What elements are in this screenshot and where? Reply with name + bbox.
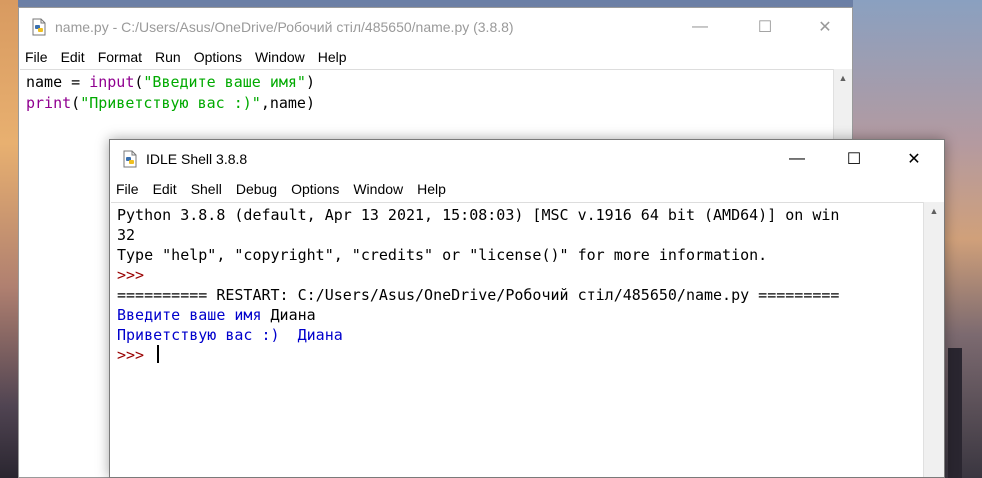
shell-titlebar[interactable]: IDLE Shell 3.8.8 — ☐ ✕ xyxy=(110,140,944,178)
menu-file[interactable]: File xyxy=(116,181,139,197)
editor-titlebar[interactable]: name.py - C:/Users/Asus/OneDrive/Робочий… xyxy=(19,8,852,46)
maximize-button[interactable]: ☐ xyxy=(742,8,788,46)
menu-file[interactable]: File xyxy=(25,49,48,65)
menu-help[interactable]: Help xyxy=(318,49,347,65)
user-input-value: Диана xyxy=(270,306,316,324)
menu-run[interactable]: Run xyxy=(155,49,181,65)
menu-window[interactable]: Window xyxy=(353,181,403,197)
shell-window-title: IDLE Shell 3.8.8 xyxy=(146,151,248,167)
shell-prompt: >>> xyxy=(117,346,154,364)
python-idle-icon xyxy=(31,18,47,36)
shell-banner-line: 32 xyxy=(117,226,136,244)
menu-format[interactable]: Format xyxy=(98,49,142,65)
editor-menubar: File Edit Format Run Options Window Help xyxy=(19,46,852,68)
editor-window-title: name.py - C:/Users/Asus/OneDrive/Робочий… xyxy=(55,19,514,35)
shell-output-area[interactable]: Python 3.8.8 (default, Apr 13 2021, 15:0… xyxy=(111,202,924,477)
shell-window[interactable]: IDLE Shell 3.8.8 — ☐ ✕ File Edit Shell D… xyxy=(109,139,945,478)
restart-line: ========== RESTART: C:/Users/Asus/OneDri… xyxy=(117,286,840,304)
desktop-background-left xyxy=(0,0,18,478)
menu-options[interactable]: Options xyxy=(194,49,242,65)
menu-options[interactable]: Options xyxy=(291,181,339,197)
shell-vertical-scrollbar[interactable]: ▲ xyxy=(923,202,944,477)
shell-prompt: >>> xyxy=(117,266,154,284)
scroll-up-arrow-icon[interactable]: ▲ xyxy=(834,69,852,86)
menu-help[interactable]: Help xyxy=(417,181,446,197)
menu-debug[interactable]: Debug xyxy=(236,181,277,197)
scroll-up-arrow-icon[interactable]: ▲ xyxy=(924,202,944,219)
program-output: Приветствую вас :) Диана xyxy=(117,326,343,344)
minimize-button[interactable]: — xyxy=(677,8,723,46)
close-button[interactable]: ✕ xyxy=(802,8,848,46)
python-idle-icon xyxy=(122,150,138,168)
input-prompt-text: Введите ваше имя xyxy=(117,306,271,324)
text-cursor xyxy=(157,345,160,363)
menu-edit[interactable]: Edit xyxy=(61,49,85,65)
code-line-2: print("Приветствую вас :)",name) xyxy=(26,94,315,112)
menu-shell[interactable]: Shell xyxy=(191,181,222,197)
shell-banner-line: Type "help", "copyright", "credits" or "… xyxy=(117,246,768,264)
menu-window[interactable]: Window xyxy=(255,49,305,65)
shell-banner-line: Python 3.8.8 (default, Apr 13 2021, 15:0… xyxy=(117,206,840,224)
shell-menubar: File Edit Shell Debug Options Window Hel… xyxy=(110,178,944,200)
code-line-1: name = input("Введите ваше имя") xyxy=(26,73,315,91)
pier-post xyxy=(948,348,962,478)
maximize-button[interactable]: ☐ xyxy=(831,140,877,178)
menu-edit[interactable]: Edit xyxy=(153,181,177,197)
close-button[interactable]: ✕ xyxy=(891,140,937,178)
minimize-button[interactable]: — xyxy=(774,140,820,178)
